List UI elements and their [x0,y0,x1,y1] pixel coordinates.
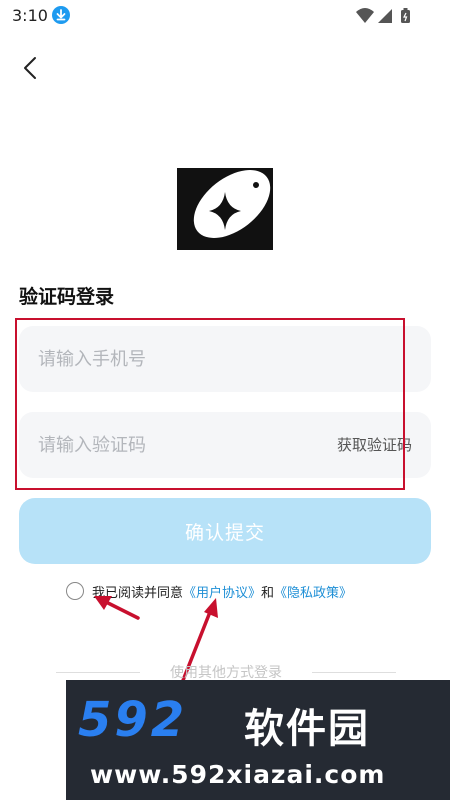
status-icons [356,7,416,25]
wifi-icon [356,8,374,23]
app-logo [177,168,273,250]
phone-input-container [19,326,431,392]
privacy-policy-link[interactable]: 《隐私政策》 [274,582,352,601]
download-icon [52,6,70,24]
watermark-banner: 592 软件园 www.592xiazai.com [66,680,450,800]
code-input-container: 获取验证码 [19,412,431,478]
signal-icon [378,9,392,23]
watermark-url: www.592xiazai.com [90,760,386,789]
divider-line-right [312,672,396,673]
user-agreement-link[interactable]: 《用户协议》 [183,582,261,601]
agree-radio[interactable] [66,582,84,600]
status-time: 3:10 [12,6,48,25]
get-code-button[interactable]: 获取验证码 [337,412,412,478]
phone-input[interactable] [38,326,328,392]
agreement-prefix: 我已阅读并同意 [92,585,184,601]
agreement-conjunction: 和 [261,585,275,601]
agreement-row: 我已阅读并同意 《用户协议》 和 《隐私政策》 [66,580,352,602]
watermark-brand-number: 592 [78,692,188,748]
status-bar: 3:10 [0,0,450,34]
battery-icon [401,8,410,23]
page-title: 验证码登录 [19,286,115,308]
back-icon[interactable] [16,54,44,82]
verification-code-input[interactable] [38,412,328,478]
watermark-brand-name: 软件园 [244,706,370,752]
submit-button[interactable]: 确认提交 [19,498,431,564]
